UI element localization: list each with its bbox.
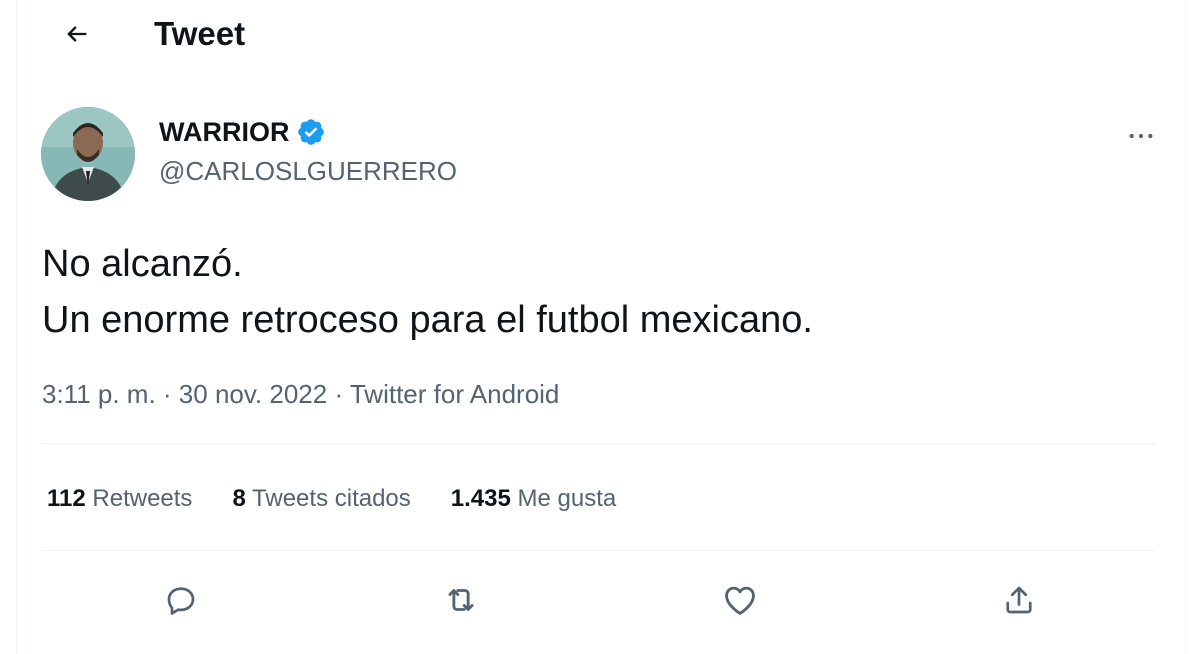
divider	[42, 550, 1156, 551]
tweet-source[interactable]: Twitter for Android	[350, 379, 560, 409]
share-button[interactable]	[997, 578, 1041, 622]
header: Tweet	[17, 0, 1185, 68]
more-options-button[interactable]	[1121, 116, 1161, 156]
back-button[interactable]	[57, 14, 97, 54]
avatar-image	[41, 107, 135, 201]
quotes-count: 8	[232, 485, 246, 512]
tweet-date[interactable]: 30 nov. 2022	[179, 379, 327, 409]
reply-icon	[167, 587, 195, 615]
tweet-line: Un enorme retroceso para el futbol mexic…	[42, 299, 813, 341]
more-horizontal-icon	[1129, 133, 1153, 139]
retweet-icon	[448, 589, 474, 611]
tweet-meta: 3:11 p. m. · 30 nov. 2022 · Twitter for …	[42, 377, 559, 411]
meta-separator: ·	[327, 379, 350, 409]
share-icon	[1006, 586, 1032, 614]
retweets-stat[interactable]: 112 Retweets	[47, 482, 192, 516]
verified-badge-icon	[297, 119, 324, 145]
tweet-page: Tweet WARRIOR @CARLOSLGUERRERO No alcanz…	[16, 0, 1186, 654]
author-handle[interactable]: @CARLOSLGUERRERO	[159, 155, 457, 187]
tweet-text: No alcanzó. Un enorme retroceso para el …	[42, 236, 813, 348]
likes-stat[interactable]: 1.435 Me gusta	[451, 482, 616, 516]
arrow-left-icon	[67, 26, 87, 42]
likes-label: Me gusta	[517, 485, 617, 512]
avatar[interactable]	[41, 107, 135, 201]
divider	[42, 443, 1156, 444]
reply-button[interactable]	[159, 578, 203, 622]
author-name[interactable]: WARRIOR	[159, 115, 326, 149]
retweet-button[interactable]	[439, 578, 483, 622]
display-name: WARRIOR	[159, 117, 290, 147]
quotes-stat[interactable]: 8 Tweets citados	[232, 482, 410, 516]
tweet-time[interactable]: 3:11 p. m.	[42, 379, 156, 409]
page-title: Tweet	[154, 15, 246, 52]
likes-count: 1.435	[450, 485, 511, 512]
retweets-count: 112	[47, 485, 86, 512]
tweet-line: No alcanzó.	[42, 243, 243, 285]
quotes-label: Tweets citados	[252, 485, 411, 512]
tweet-stats: 112 Retweets 8 Tweets citados 1.435 Me g…	[47, 482, 616, 516]
meta-separator: ·	[155, 379, 179, 409]
retweets-label: Retweets	[92, 485, 193, 512]
like-icon	[725, 586, 755, 615]
like-button[interactable]	[718, 578, 762, 622]
